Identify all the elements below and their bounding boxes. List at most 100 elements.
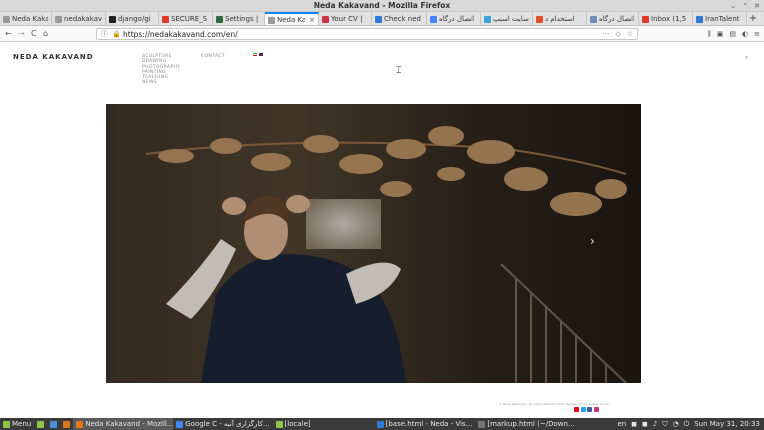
taskbar-item-label: Neda Kakavand - Mozill... — [85, 420, 174, 428]
browser-tab[interactable]: django/gi — [106, 12, 159, 25]
browser-tab[interactable]: Your CV | — [319, 12, 372, 25]
copyright-text: © Neda Kakavand. All rights reserved 202… — [499, 402, 610, 406]
taskbar-item[interactable]: [markup.html (~/Down... — [475, 418, 577, 430]
reload-button[interactable]: C — [31, 29, 37, 39]
taskbar-item[interactable]: [base.html - Neda - Vis... — [374, 418, 476, 430]
os-taskbar: Menu Neda Kakavand - Mozill... Google C - … — [0, 418, 764, 430]
tab-favicon-icon — [55, 15, 62, 23]
site-menu: SCULPTURE DRAWING PHOTOGRAPHY PAINTING T… — [142, 54, 180, 86]
browser-tab[interactable]: SECURE_S — [159, 12, 213, 25]
taskbar-item[interactable] — [60, 418, 73, 430]
mouse-cursor-icon: ⌶ — [396, 66, 402, 76]
tab-label: IranTalent — [705, 15, 740, 23]
browser-tab[interactable]: اتصال درگاه — [587, 12, 639, 25]
network-icon[interactable]: ◼ — [631, 420, 637, 428]
minimize-button[interactable]: ⌄ — [730, 1, 736, 11]
tab-favicon-icon — [430, 15, 437, 23]
flag-iran-icon[interactable] — [253, 53, 257, 56]
browser-tab[interactable]: سایت اسنپ — [481, 12, 533, 25]
hamburger-menu-icon[interactable]: ≡ — [754, 29, 760, 39]
window-title: Neda Kakavand - Mozilla Firefox — [313, 1, 451, 10]
tab-label: SECURE_S — [171, 15, 208, 23]
maximize-button[interactable]: ⌃ — [742, 1, 748, 11]
library-icon[interactable]: ⫼ — [708, 29, 711, 39]
battery-icon[interactable]: ◔ — [673, 420, 679, 428]
browser-tab[interactable]: Neda Kaka × — [265, 12, 319, 25]
tab-favicon-icon — [484, 15, 491, 23]
taskbar-item-label: [base.html - Neda - Vis... — [385, 420, 473, 428]
toolbar-icons: ⫼ ▣ ▤ ◐ ≡ — [708, 29, 760, 39]
forward-button[interactable]: → — [18, 29, 25, 39]
window-titlebar: Neda Kakavand - Mozilla Firefox ⌄ ⌃ ✕ — [0, 0, 764, 12]
browser-tab[interactable]: Neda Kakava — [0, 12, 52, 25]
tab-label: nedakakavan — [64, 15, 102, 23]
site-info-icon[interactable]: ⓘ — [101, 30, 108, 39]
browser-tab[interactable]: Inbox (1,5 — [639, 12, 693, 25]
taskbar-app-icon — [176, 420, 184, 428]
taskbar-item-label: [locale] — [284, 420, 311, 428]
start-menu-button[interactable]: Menu — [0, 418, 34, 430]
page-actions-icon[interactable]: ··· — [603, 29, 610, 40]
close-window-button[interactable]: ✕ — [754, 1, 760, 11]
instagram-icon[interactable] — [593, 407, 599, 412]
browser-tab[interactable]: استخدام د — [533, 12, 587, 25]
tab-label: django/gi — [118, 15, 151, 23]
taskbar-item[interactable] — [34, 418, 47, 430]
taskbar-app-icon — [63, 420, 71, 428]
taskbar-app-icon — [275, 420, 283, 428]
facebook-icon[interactable] — [587, 407, 592, 412]
flag-uk-icon[interactable] — [259, 53, 263, 56]
sidebar-icon[interactable]: ▣ — [717, 29, 724, 39]
site-brand[interactable]: NEDA KAKAVAND — [13, 53, 94, 61]
clock[interactable]: Sun May 31, 20:33 — [694, 420, 760, 428]
nav-bar: ← → C ⌂ ⓘ 🔒 https://nedakakavand.com/en/… — [0, 26, 764, 42]
home-button[interactable]: ⌂ — [43, 29, 48, 39]
browser-tab[interactable]: اتصال درگاه — [427, 12, 481, 25]
reader-icon[interactable]: ▤ — [729, 29, 736, 39]
taskbar-item[interactable]: [locale] — [273, 418, 314, 430]
taskbar-app-icon — [50, 420, 58, 428]
browser-tab[interactable]: nedakakavan — [52, 12, 106, 25]
tab-favicon-icon — [216, 15, 223, 23]
tab-label: Check ned — [384, 15, 421, 23]
tab-label: Neda Kaka — [277, 16, 305, 24]
pocket-icon[interactable]: ◇ — [615, 29, 620, 40]
taskbar-app-icon — [76, 420, 84, 428]
taskbar-app-icon — [3, 420, 10, 428]
taskbar-item[interactable]: Neda Kakavand - Mozill... — [73, 418, 174, 430]
keyboard-layout-indicator[interactable]: en — [617, 420, 626, 428]
new-tab-button[interactable]: + — [747, 12, 759, 25]
tab-favicon-icon — [268, 16, 275, 24]
page-viewport: NEDA KAKAVAND SCULPTURE DRAWING PHOTOGRA… — [0, 42, 764, 418]
pinterest-icon[interactable] — [574, 407, 579, 412]
url-text[interactable]: https://nedakakavand.com/en/ — [123, 29, 238, 40]
browser-tab[interactable]: Check ned — [372, 12, 427, 25]
taskbar-item-label: [markup.html (~/Down... — [487, 420, 575, 428]
back-button[interactable]: ← — [5, 29, 12, 39]
menu-item-contact[interactable]: CONTACT — [201, 54, 225, 59]
extension-icon[interactable]: ◐ — [742, 29, 748, 39]
taskbar-item[interactable] — [47, 418, 60, 430]
hero-slideshow[interactable]: › — [106, 104, 641, 383]
browser-tab[interactable]: IranTalent — [693, 12, 747, 25]
tab-label: Your CV | — [331, 15, 363, 23]
search-icon[interactable]: ⌕ — [745, 54, 748, 62]
twitter-icon[interactable] — [580, 407, 586, 412]
shield-icon[interactable]: ⛉ — [662, 420, 667, 429]
updates-icon[interactable]: ◼ — [642, 420, 648, 428]
browser-tab[interactable]: Settings | — [213, 12, 265, 25]
taskbar-app-icon — [478, 420, 486, 428]
tab-favicon-icon — [162, 15, 169, 23]
tab-label: اتصال درگاه — [599, 15, 635, 23]
taskbar-item[interactable]: Google C - کارگزاری آنیه... — [173, 418, 272, 430]
menu-item-news[interactable]: NEWS — [142, 80, 180, 85]
language-flags — [253, 53, 263, 56]
volume-icon[interactable]: ♪ — [653, 420, 657, 428]
bookmark-star-icon[interactable]: ☆ — [627, 29, 633, 40]
tab-close-icon[interactable]: × — [309, 16, 315, 24]
power-icon[interactable]: ⏻ — [684, 420, 690, 429]
url-bar[interactable]: ⓘ 🔒 https://nedakakavand.com/en/ ··· ◇ ☆ — [96, 28, 638, 40]
tab-bar: Neda Kakava nedakakavan django/gi SECURE_S S… — [0, 12, 764, 26]
system-tray: en ◼ ◼ ♪ ⛉ ◔ ⏻ Sun May 31, 20:33 — [617, 418, 760, 430]
slideshow-next-button[interactable]: › — [590, 234, 595, 248]
